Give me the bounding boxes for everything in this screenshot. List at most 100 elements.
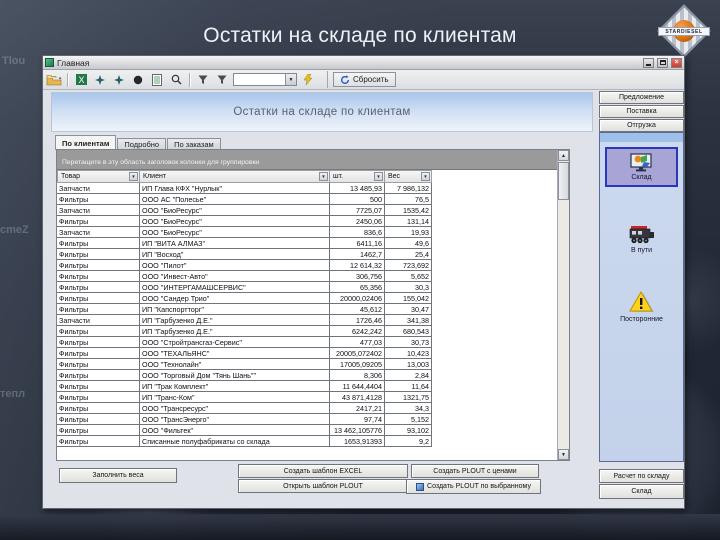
table-row[interactable]: Фильтры ООО "Фильтек" 13 462,105776 93,102 [57,425,557,436]
nav-panel: Склад В пути Посторонние [599,132,684,462]
grid-cell: Фильтры [57,370,140,381]
column-header-product[interactable]: Товар ▼ [57,170,140,183]
column-header-client[interactable]: Клиент ▼ [140,170,330,183]
table-row[interactable]: Запчасти ИП Глава КФХ "Нурлык" 13 485,93 7 … [57,183,557,194]
tab-by-clients[interactable]: По клиентам [55,135,117,150]
table-row[interactable]: Фильтры ООО "Торговый Дом "Тянь Шань"" 8,3… [57,370,557,381]
create-plout-prices-button[interactable]: Создать PLOUT с ценами [411,464,539,478]
table-row[interactable]: Фильтры ООО "Стройтрансгаз-Сервис" 477,03 3… [57,337,557,348]
grid-cell: ИП "Транс-Ком" [140,392,330,403]
toolbar-combobox[interactable]: ▼ [233,73,297,86]
xl-report-button[interactable] [149,72,165,87]
filter-dropdown-icon[interactable]: ▼ [421,172,430,181]
data-grid: Перетащите в эту область заголовок колон… [56,149,570,461]
table-row[interactable]: Фильтры ООО "Сандер Трио" 20000,02406 155,0… [57,293,557,304]
table-row[interactable]: Фильтры ИП "Трак Комплект" 11 644,4404 11,6… [57,381,557,392]
grid-cell: 13 485,93 [330,183,385,194]
logo-ribbon: STARDIESEL [658,27,710,36]
vertical-scrollbar[interactable]: ▲ ▼ [557,150,569,460]
grid-cell: 49,6 [385,238,432,249]
grid-cell: 25,4 [385,249,432,260]
grid-cell: 13,003 [385,359,432,370]
grid-cell: 43 871,4128 [330,392,385,403]
grid-cell: 97,74 [330,414,385,425]
excel-export-button[interactable]: X [73,72,89,87]
warehouse-button[interactable]: Склад [599,484,684,499]
open-file-button[interactable] [46,72,62,87]
column-header-weight[interactable]: Вес ▼ [385,170,432,183]
combobox-input[interactable] [234,74,285,85]
create-template-button[interactable]: Создать шаблон EXCEL [238,464,408,478]
grid-body: Запчасти ИП Глава КФХ "Нурлык" 13 485,93 7 … [57,183,557,460]
close-button[interactable]: × [671,57,682,68]
reset-button-label: Сбросить [353,75,389,84]
table-row[interactable]: Фильтры ООО "Пилот" 12 614,32 723,692 [57,260,557,271]
table-row[interactable]: Запчасти ООО "БиоРесурс" 7725,07 1535,42 [57,205,557,216]
window-titlebar[interactable]: Главная × [43,56,684,70]
shipment-button[interactable]: Отгрузка [599,119,684,132]
grid-cell: Фильтры [57,249,140,260]
grid-cell: 30,3 [385,282,432,293]
create-plout-selected-button[interactable]: Создать PLOUT по выбранному [406,479,541,494]
scrollbar-thumb[interactable] [558,162,569,200]
table-row[interactable]: Фильтры ООО "Трансресурс" 2417,21 34,3 [57,403,557,414]
nav-next-button[interactable] [111,72,127,87]
fill-weights-button[interactable]: Заполнить веса [59,468,177,483]
background-text-fragment: cmeZ [0,224,29,236]
filter-dropdown-icon[interactable]: ▼ [129,172,138,181]
grid-cell: 1321,75 [385,392,432,403]
filter-button-1[interactable] [195,72,211,87]
warehouse-calc-button[interactable]: Расчет по складу [599,469,684,483]
grid-cell: Фильтры [57,381,140,392]
filter-dropdown-icon[interactable]: ▼ [374,172,383,181]
grid-cell: 11 644,4404 [330,381,385,392]
window-app-icon [45,58,54,67]
grid-cell: Фильтры [57,326,140,337]
nav-item-outsider[interactable]: Посторонние [600,291,683,323]
group-by-panel[interactable]: Перетащите в эту область заголовок колон… [57,150,557,170]
grid-cell: Фильтры [57,260,140,271]
filter-button-2[interactable] [214,72,230,87]
maximize-button[interactable] [657,57,668,68]
table-row[interactable]: Фильтры ООО "ТрансЭнерго" 97,74 5,152 [57,414,557,425]
open-template-button[interactable]: Открыть шаблон PLOUT [238,479,408,493]
grid-cell: 34,3 [385,403,432,414]
reset-button[interactable]: Сбросить [333,72,396,87]
minimize-button[interactable] [643,57,654,68]
scroll-up-icon[interactable]: ▲ [558,150,569,161]
nav-prev-button[interactable] [92,72,108,87]
grid-cell: 20000,02406 [330,293,385,304]
column-header-qty[interactable]: шт. ▼ [330,170,385,183]
table-row[interactable]: Фильтры ООО "Технолайн" 17005,09205 13,003 [57,359,557,370]
table-row[interactable]: Фильтры ИП "Капспортторг" 45,612 30,47 [57,304,557,315]
wand-button[interactable] [300,72,316,87]
table-row[interactable]: Фильтры Списанные полуфабрикаты со склада… [57,436,557,447]
grid-cell: ИП "Трак Комплект" [140,381,330,392]
record-button[interactable] [130,72,146,87]
nav-item-warehouse[interactable]: Склад [605,147,678,187]
chevron-down-icon[interactable]: ▼ [285,74,296,85]
table-row[interactable]: Запчасти ООО "БиоРесурс" 836,6 19,93 [57,227,557,238]
table-row[interactable]: Запчасти ИП "Гарбузенко Д.Е." 1726,46 341,3… [57,315,557,326]
nav-item-in-transit[interactable]: В пути [600,225,683,254]
table-row[interactable]: Фильтры ИП "ВИТА АЛМАЗ" 6411,16 49,6 [57,238,557,249]
table-row[interactable]: Фильтры ИП "Транс-Ком" 43 871,4128 1321,75 [57,392,557,403]
table-row[interactable]: Фильтры ИП "Гарбузенко Д.Е." 6242,242 680,5… [57,326,557,337]
grid-cell: 9,2 [385,436,432,447]
table-row[interactable]: Фильтры ООО "ТЕХАЛЬЯНС" 20005,072402 10,423 [57,348,557,359]
table-row[interactable]: Фильтры ИП "Восход" 1462,7 25,4 [57,249,557,260]
supply-button[interactable]: Поставка [599,105,684,118]
warning-icon [628,291,654,312]
grid-cell: ООО "Трансресурс" [140,403,330,414]
table-row[interactable]: Фильтры ООО АС "Полесье" 500 76,5 [57,194,557,205]
nav-item-label: Посторонние [620,316,663,323]
scroll-down-icon[interactable]: ▼ [558,449,569,460]
offer-button[interactable]: Предложение [599,91,684,104]
grid-cell: 680,543 [385,326,432,337]
zoom-button[interactable] [168,72,184,87]
filter-dropdown-icon[interactable]: ▼ [319,172,328,181]
table-row[interactable]: Фильтры ООО "ИНТЕРГАМАШСЕРВИС" 65,356 30,3 [57,282,557,293]
grid-cell: Фильтры [57,359,140,370]
table-row[interactable]: Фильтры ООО "Инвест-Авто" 306,756 5,652 [57,271,557,282]
table-row[interactable]: Фильтры ООО "БиоРесурс" 2450,06 131,14 [57,216,557,227]
